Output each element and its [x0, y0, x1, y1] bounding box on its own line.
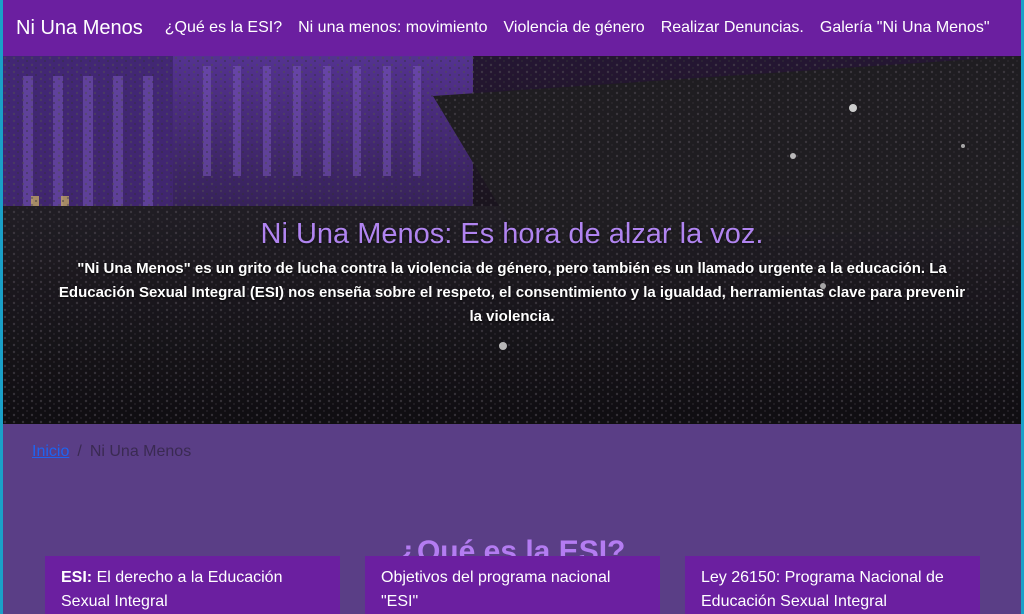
- breadcrumb-current: Ni Una Menos: [89, 443, 192, 460]
- hero-banner: Ni Una Menos: Es hora de alzar la voz. "…: [3, 56, 1021, 424]
- card-objetivos-programa[interactable]: Objetivos del programa nacional "ESI": [365, 556, 660, 614]
- navbar: Ni Una Menos ¿Qué es la ESI? Ni una meno…: [3, 0, 1021, 56]
- hero-description: "Ni Una Menos" es un grito de lucha cont…: [58, 260, 966, 325]
- nav-link-violencia-genero[interactable]: Violencia de género: [504, 19, 645, 37]
- nav-link-galeria[interactable]: Galería "Ni Una Menos": [820, 19, 990, 37]
- brand-logo-text[interactable]: Ni Una Menos: [16, 17, 143, 40]
- nav-link-que-es-esi[interactable]: ¿Qué es la ESI?: [165, 19, 282, 37]
- card-bold-label: ESI:: [61, 569, 93, 586]
- card-text: El derecho a la Educación Sexual Integra…: [61, 569, 283, 610]
- nav-link-denuncias[interactable]: Realizar Denuncias.: [661, 19, 804, 37]
- card-ley-26150[interactable]: Ley 26150: Programa Nacional de Educació…: [685, 556, 980, 614]
- breadcrumb-home-link[interactable]: Inicio: [32, 443, 69, 460]
- card-esi-derecho[interactable]: ESI: El derecho a la Educación Sexual In…: [45, 556, 340, 614]
- breadcrumb: Inicio / Ni Una Menos: [32, 443, 191, 461]
- page-frame: Ni Una Menos ¿Qué es la ESI? Ni una meno…: [3, 0, 1021, 614]
- hero-title: Ni Una Menos: Es hora de alzar la voz.: [260, 218, 764, 251]
- card-text: Objetivos del programa nacional "ESI": [381, 569, 611, 610]
- nav-link-movimiento[interactable]: Ni una menos: movimiento: [298, 19, 487, 37]
- breadcrumb-separator: /: [77, 443, 82, 460]
- card-text: Ley 26150: Programa Nacional de Educació…: [701, 569, 944, 610]
